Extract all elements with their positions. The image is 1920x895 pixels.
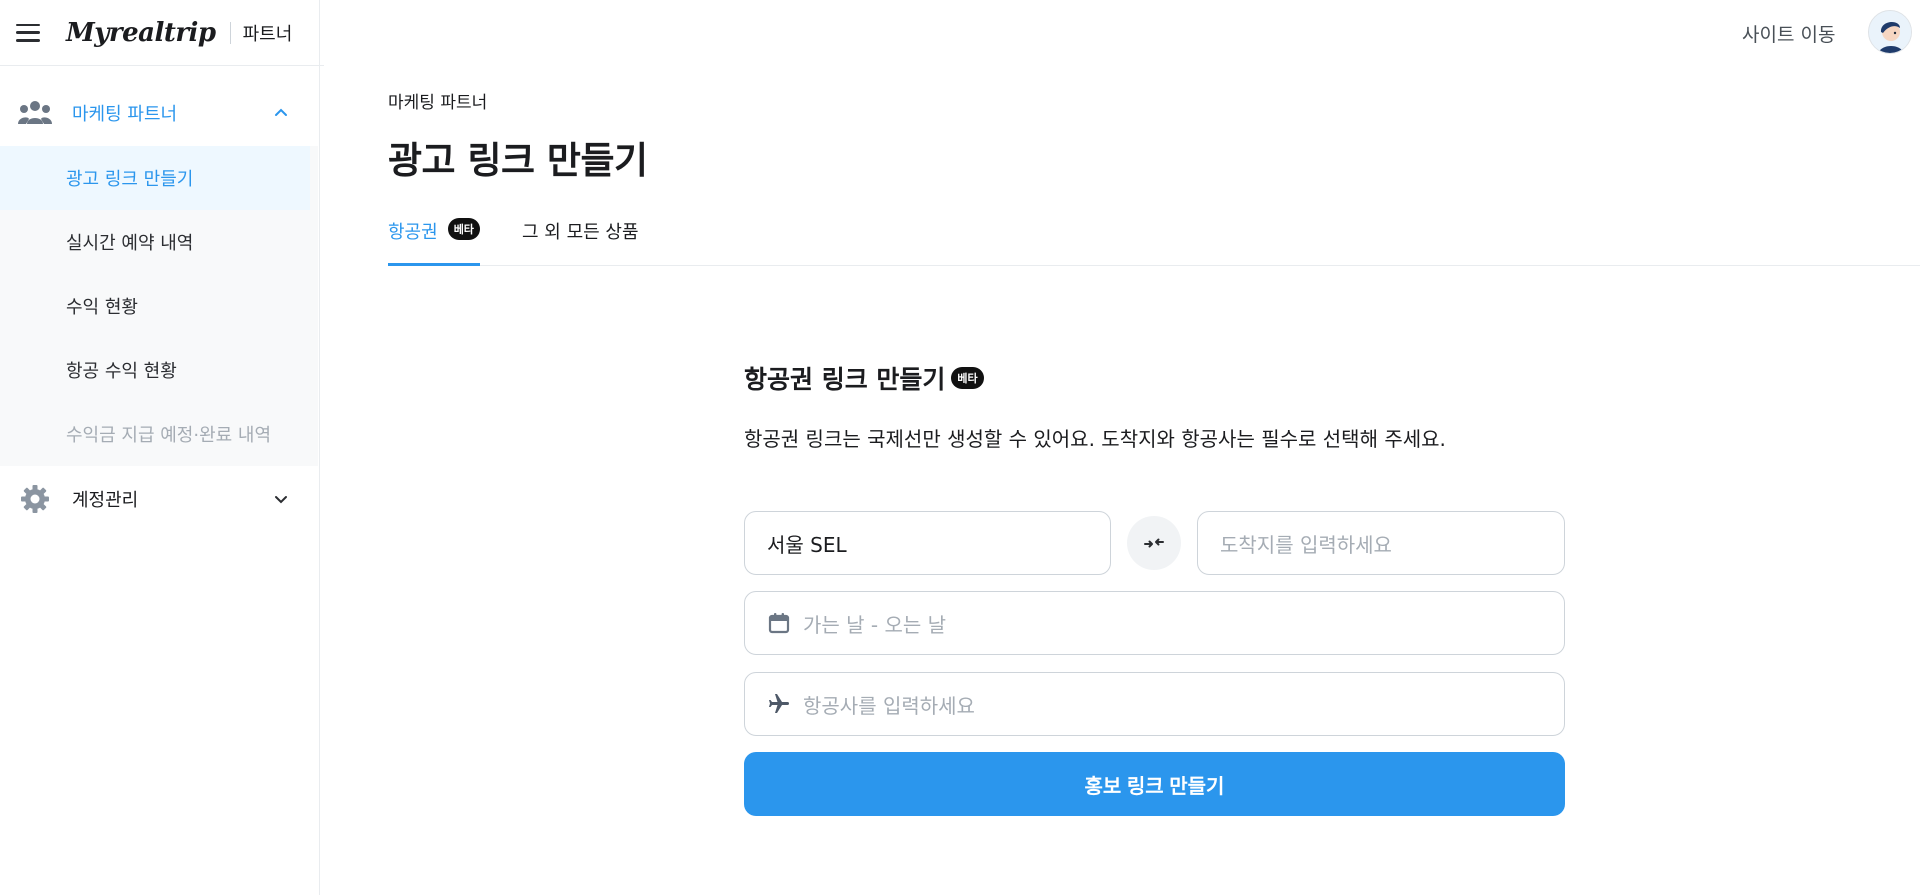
menu-group-label: 계정관리	[72, 490, 139, 511]
airline-field[interactable]: 항공사를 입력하세요	[744, 672, 1565, 736]
menu-group-account[interactable]: 계정관리	[0, 466, 318, 532]
beta-badge: 베타	[447, 218, 480, 240]
airplane-icon	[767, 692, 791, 716]
breadcrumb: 마케팅 파트너	[388, 93, 488, 113]
sidebar-item-realtime-bookings[interactable]: 실시간 예약 내역	[0, 210, 318, 274]
tab-label: 항공권	[388, 222, 438, 243]
tab-all-other-products[interactable]: 그 외 모든 상품	[522, 218, 639, 266]
airline-placeholder: 항공사를 입력하세요	[803, 693, 975, 718]
menu-group-label: 마케팅 파트너	[72, 104, 178, 125]
chevron-down-icon[interactable]	[272, 490, 290, 508]
dates-placeholder: 가는 날 - 오는 날	[803, 612, 947, 637]
sidebar-header: Myrealtrip 파트너	[0, 0, 324, 66]
destination-placeholder: 도착지를 입력하세요	[1220, 532, 1392, 557]
gear-icon	[18, 482, 52, 516]
sidebar-item-create-ad-link[interactable]: 광고 링크 만들기	[0, 146, 310, 210]
swap-route-button[interactable]	[1127, 516, 1181, 570]
avatar[interactable]	[1868, 10, 1912, 54]
logo-divider	[229, 21, 231, 44]
tab-flights[interactable]: 항공권 베타	[388, 218, 480, 266]
sidebar-item-flight-revenue[interactable]: 항공 수익 현황	[0, 338, 318, 402]
chevron-up-icon[interactable]	[272, 104, 290, 122]
sidebar: Myrealtrip 파트너 마케팅 파트너 광고 링크 만들기 실시간 예약 …	[0, 0, 324, 895]
sidebar-menu: 마케팅 파트너 광고 링크 만들기 실시간 예약 내역 수익 현황 항공 수익 …	[0, 80, 318, 532]
form-description: 항공권 링크는 국제선만 생성할 수 있어요. 도착지와 항공사는 필수로 선택…	[744, 427, 1446, 451]
origin-value: 서울 SEL	[767, 532, 847, 557]
tab-bar: 항공권 베타 그 외 모든 상품	[388, 218, 1920, 266]
sidebar-item-revenue-status[interactable]: 수익 현황	[0, 274, 318, 338]
origin-field[interactable]: 서울 SEL	[744, 511, 1111, 575]
menu-group-marketing-partner[interactable]: 마케팅 파트너	[0, 80, 318, 146]
users-icon	[18, 96, 52, 130]
form-title: 항공권 링크 만들기 베타	[744, 360, 984, 396]
form-title-text: 항공권 링크 만들기	[744, 365, 946, 394]
hamburger-menu-icon[interactable]	[16, 23, 40, 42]
beta-badge: 베타	[951, 367, 984, 389]
submenu-marketing-partner: 광고 링크 만들기 실시간 예약 내역 수익 현황 항공 수익 현황 수익금 지…	[0, 146, 318, 466]
brand-logo[interactable]: Myrealtrip	[66, 18, 216, 48]
create-promo-link-button[interactable]: 홍보 링크 만들기	[744, 752, 1565, 816]
tab-label: 그 외 모든 상품	[522, 222, 639, 243]
calendar-icon	[767, 611, 791, 635]
date-range-field[interactable]: 가는 날 - 오는 날	[744, 591, 1565, 655]
destination-field[interactable]: 도착지를 입력하세요	[1197, 511, 1565, 575]
brand-subtitle: 파트너	[242, 23, 293, 45]
sidebar-item-payout-history[interactable]: 수익금 지급 예정·완료 내역	[0, 402, 318, 466]
site-move-link[interactable]: 사이트 이동	[1742, 20, 1835, 47]
swap-arrows-icon	[1144, 538, 1164, 548]
page-title: 광고 링크 만들기	[388, 139, 648, 182]
